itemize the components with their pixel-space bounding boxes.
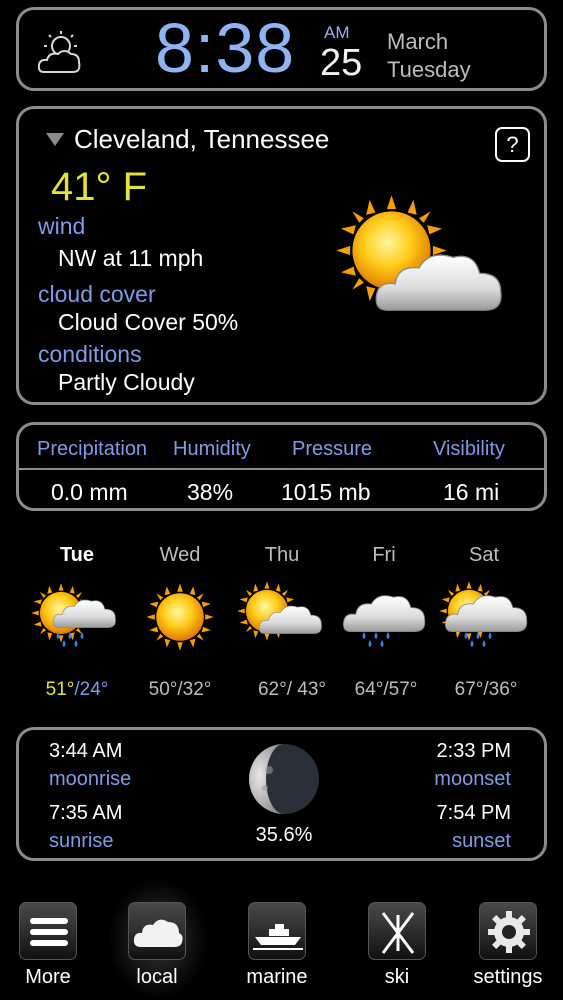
moon-illumination: 35.6% <box>255 824 313 846</box>
partly-cloudy-outline-icon <box>37 31 81 73</box>
visibility-header: Visibility <box>433 438 505 460</box>
date-weekday: Tuesday <box>387 57 471 82</box>
sunset-label: sunset <box>452 830 511 852</box>
clock-ampm: AM <box>324 23 350 42</box>
sun-cloud-rain-icon[interactable] <box>30 578 122 656</box>
location-name[interactable]: Cleveland, Tennessee <box>74 124 329 155</box>
sunrise-time: 7:35 AM <box>49 802 123 824</box>
cloud-cover-label: cloud cover <box>38 281 156 307</box>
forecast-day-thu[interactable]: Thu <box>232 544 332 567</box>
sunset-time: 7:54 PM <box>436 802 511 824</box>
date-month: March <box>387 29 449 54</box>
tab-marine[interactable]: marine <box>232 902 322 989</box>
humidity-value: 38% <box>187 479 234 505</box>
current-conditions-panel: Cleveland, Tennessee ? 41° F wind NW at … <box>16 106 547 405</box>
date-day: 25 <box>320 42 363 84</box>
sunrise-label: sunrise <box>49 830 114 852</box>
moonset-label: moonset <box>434 768 511 790</box>
conditions-label: conditions <box>38 341 142 367</box>
sun-cloud-rain-icon[interactable] <box>438 578 530 656</box>
menu-icon[interactable] <box>19 902 77 960</box>
moon-phase-icon <box>249 744 319 814</box>
pressure-header: Pressure <box>292 438 373 460</box>
header-panel: 8:38 AM 25 March Tuesday <box>16 7 547 91</box>
moonrise-time: 3:44 AM <box>49 740 123 762</box>
current-temperature: 41° F <box>51 165 148 209</box>
cloud-icon[interactable] <box>128 902 186 960</box>
forecast-temps-tue: 51°/24° <box>27 679 127 701</box>
forecast-day-fri[interactable]: Fri <box>334 544 434 567</box>
tab-local[interactable]: local <box>112 902 202 989</box>
moonset-time: 2:33 PM <box>436 740 511 762</box>
tab-local-label: local <box>136 966 178 988</box>
precipitation-value: 0.0 mm <box>51 479 128 505</box>
forecast-day-sat[interactable]: Sat <box>434 544 534 567</box>
gear-icon[interactable] <box>479 902 537 960</box>
boat-icon[interactable] <box>248 902 306 960</box>
tab-ski-label: ski <box>384 966 410 988</box>
sun-cloud-icon[interactable] <box>236 578 328 656</box>
forecast-day-wed[interactable]: Wed <box>130 544 230 567</box>
humidity-header: Humidity <box>173 438 251 460</box>
forecast-temps-fri: 64°/57° <box>354 679 418 700</box>
sun-icon[interactable] <box>145 578 215 656</box>
location-dropdown-icon[interactable] <box>46 133 64 146</box>
tab-settings[interactable]: settings <box>463 902 553 989</box>
wind-label: wind <box>38 213 86 239</box>
precipitation-header: Precipitation <box>37 438 148 460</box>
moonrise-label: moonrise <box>49 768 132 790</box>
forecast-temps-sat: 67°/36° <box>454 679 518 700</box>
forecast-temps-wed: 50°/32° <box>148 679 212 700</box>
tab-marine-label: marine <box>246 966 308 988</box>
ski-icon[interactable] <box>368 902 426 960</box>
stats-panel: Precipitation Humidity Pressure Visibili… <box>16 422 547 511</box>
clock-time: 8:38 <box>155 9 296 87</box>
forecast-high-tue: 51° <box>45 679 75 700</box>
visibility-value: 16 mi <box>443 479 500 505</box>
cloud-rain-icon[interactable] <box>340 578 432 656</box>
wind-value: NW at 11 mph <box>58 245 204 271</box>
astro-panel: 3:44 AM moonrise 7:35 AM sunrise 2:33 PM… <box>16 727 547 861</box>
forecast-temps-thu: 62°/ 43° <box>257 679 327 700</box>
tab-settings-label: settings <box>473 966 543 988</box>
conditions-value: Partly Cloudy <box>58 369 195 395</box>
forecast-low-tue: /24° <box>74 679 109 700</box>
tab-ski[interactable]: ski <box>352 902 442 989</box>
sun-cloud-icon <box>336 195 502 311</box>
help-button[interactable]: ? <box>495 127 530 162</box>
tab-more[interactable]: More <box>3 902 93 989</box>
tab-more-label: More <box>25 966 71 988</box>
stats-divider <box>19 468 544 470</box>
pressure-value: 1015 mb <box>281 479 371 505</box>
forecast-day-tue[interactable]: Tue <box>27 544 127 567</box>
cloud-cover-value: Cloud Cover 50% <box>58 309 239 335</box>
